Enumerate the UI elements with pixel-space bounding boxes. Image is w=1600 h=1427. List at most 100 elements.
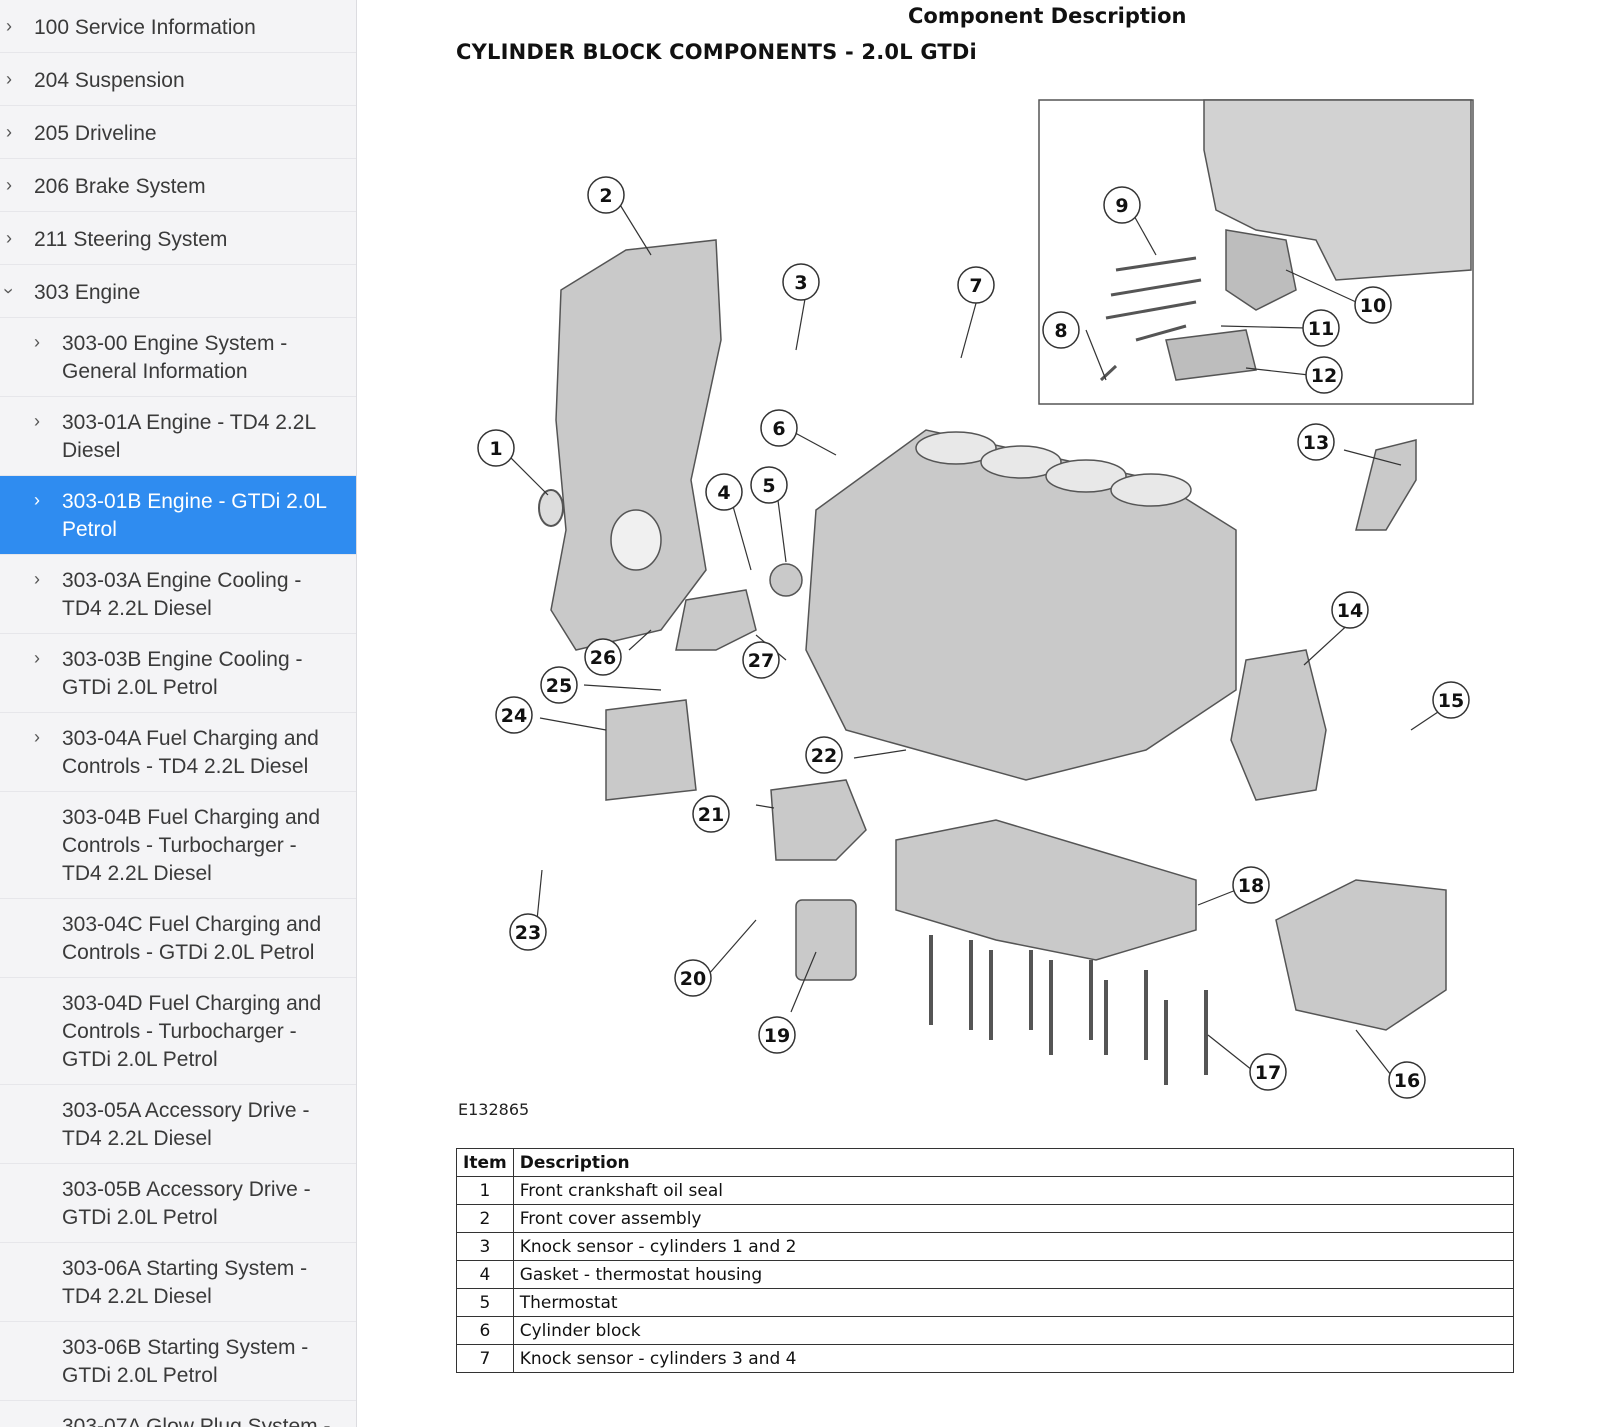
chevron-right-icon[interactable]: › [2, 224, 16, 252]
callout-2: 2 [587, 176, 625, 214]
callout-7: 7 [957, 266, 995, 304]
callout-6: 6 [760, 409, 798, 447]
sidebar-item-label: 303-00 Engine System - General Informati… [62, 332, 288, 383]
sidebar-item-label: 303-04A Fuel Charging and Controls - TD4… [62, 727, 319, 778]
callout-18: 18 [1232, 866, 1270, 904]
sidebar-item[interactable]: › 303-03B Engine Cooling - GTDi 2.0L Petr… [0, 634, 356, 713]
callout-21: 21 [692, 795, 730, 833]
sidebar-item[interactable]: 303-04B Fuel Charging and Controls - Tur… [0, 792, 356, 899]
description-cell: Thermostat [512, 1288, 1515, 1317]
sidebar-item-label: 100 Service Information [34, 16, 256, 39]
chevron-right-icon[interactable]: › [30, 328, 44, 356]
diagram-reference: E132865 [458, 1100, 530, 1119]
callout-label: 7 [969, 275, 982, 297]
sidebar-item[interactable]: › 303-03A Engine Cooling - TD4 2.2L Diese… [0, 555, 356, 634]
callout-label: 23 [515, 922, 541, 944]
table-row: 6 Cylinder block [456, 1316, 1515, 1345]
callout-label: 2 [599, 185, 612, 207]
callout-1: 1 [477, 429, 515, 467]
callout-label: 20 [680, 968, 706, 990]
sidebar-item[interactable]: 303-05A Accessory Drive - TD4 2.2L Diese… [0, 1085, 356, 1164]
callout-label: 13 [1303, 432, 1329, 454]
sidebar: › 100 Service Information › 204 Suspension ›… [0, 0, 357, 1427]
chevron-down-icon[interactable]: › [0, 284, 23, 298]
page-title: CYLINDER BLOCK COMPONENTS - 2.0L GTDi [456, 40, 977, 64]
table-row: 2 Front cover assembly [456, 1204, 1515, 1233]
section-header: Component Description [908, 4, 1187, 28]
exploded-diagram: 1 2 3 4 5 6 7 8 9 10 11 12 13 14 15 16 17 18 19 20 21 22 23 24 2… [456, 90, 1516, 1120]
callout-8: 8 [1042, 311, 1080, 349]
callout-label: 3 [794, 272, 807, 294]
callout-12: 12 [1305, 356, 1343, 394]
chevron-right-icon[interactable]: › [30, 723, 44, 751]
oil-filter-housing [770, 779, 867, 861]
sidebar-item[interactable]: › 205 Driveline [0, 106, 356, 159]
sidebar-item[interactable]: 303-04D Fuel Charging and Controls - Tur… [0, 978, 356, 1085]
callout-14: 14 [1331, 591, 1369, 629]
sidebar-item[interactable]: › 100 Service Information [0, 0, 356, 53]
column-header-description: Description [512, 1148, 1515, 1177]
chevron-right-icon[interactable]: › [30, 486, 44, 514]
item-number-cell: 7 [456, 1344, 514, 1373]
callout-13: 13 [1297, 423, 1335, 461]
sidebar-item-label: 206 Brake System [34, 175, 206, 198]
chevron-right-icon[interactable]: › [2, 171, 16, 199]
sidebar-item-label: 303-06B Starting System - GTDi 2.0L Petr… [62, 1336, 309, 1387]
sidebar-item[interactable]: 303-04C Fuel Charging and Controls - GTD… [0, 899, 356, 978]
sidebar-item[interactable]: › 211 Steering System [0, 212, 356, 265]
description-cell: Front crankshaft oil seal [512, 1176, 1515, 1205]
callout-label: 27 [748, 650, 774, 672]
callout-9: 9 [1103, 186, 1141, 224]
callout-11: 11 [1302, 309, 1340, 347]
callout-label: 25 [546, 675, 572, 697]
sidebar-item[interactable]: › 303-01B Engine - GTDi 2.0L Petrol [0, 476, 356, 555]
sidebar-item[interactable]: 303-06B Starting System - GTDi 2.0L Petr… [0, 1322, 356, 1401]
sidebar-item[interactable]: › 303-01A Engine - TD4 2.2L Diesel [0, 397, 356, 476]
oil-cooler [605, 699, 697, 801]
table-row: 7 Knock sensor - cylinders 3 and 4 [456, 1344, 1515, 1373]
description-cell: Gasket - thermostat housing [512, 1260, 1515, 1289]
callout-label: 12 [1311, 365, 1337, 387]
chevron-right-icon[interactable]: › [30, 565, 44, 593]
item-number-cell: 5 [456, 1288, 514, 1317]
sidebar-item-label: 303-04B Fuel Charging and Controls - Tur… [62, 806, 321, 885]
chevron-right-icon[interactable]: › [2, 65, 16, 93]
sidebar-item-label: 303-03B Engine Cooling - GTDi 2.0L Petro… [62, 648, 303, 699]
sidebar-item-label: 303-05A Accessory Drive - TD4 2.2L Diese… [62, 1099, 310, 1150]
sidebar-item[interactable]: › 303-00 Engine System - General Informat… [0, 318, 356, 397]
callout-17: 17 [1249, 1053, 1287, 1091]
coolant-outlet [1355, 439, 1417, 531]
chevron-right-icon[interactable]: › [2, 118, 16, 146]
sidebar-item-label: 303 Engine [34, 281, 141, 304]
chevron-right-icon[interactable]: › [30, 644, 44, 672]
sidebar-item[interactable]: › 204 Suspension [0, 53, 356, 106]
sidebar-item[interactable]: 303-05B Accessory Drive - GTDi 2.0L Petr… [0, 1164, 356, 1243]
callout-label: 18 [1238, 875, 1264, 897]
sidebar-item[interactable]: 303-06A Starting System - TD4 2.2L Diese… [0, 1243, 356, 1322]
sidebar-item-label: 303-03A Engine Cooling - TD4 2.2L Diesel [62, 569, 302, 620]
sidebar-item-label: 204 Suspension [34, 69, 185, 92]
chevron-right-icon[interactable]: › [2, 12, 16, 40]
item-number-cell: 2 [456, 1204, 514, 1233]
callout-label: 9 [1115, 195, 1128, 217]
callout-27: 27 [742, 641, 780, 679]
sidebar-item-label: 303-01B Engine - GTDi 2.0L Petrol [62, 490, 327, 541]
parts-table: Item Description 1 Front crankshaft oil s… [456, 1148, 1515, 1373]
sidebar-item[interactable]: 303-07A Glow Plug System - TD4 2.2L Dies… [0, 1401, 356, 1427]
callout-25: 25 [540, 666, 578, 704]
callout-label: 5 [762, 475, 775, 497]
chevron-right-icon[interactable]: › [30, 407, 44, 435]
callout-label: 4 [717, 482, 730, 504]
oil-pan [1275, 879, 1447, 1031]
callout-20: 20 [674, 959, 712, 997]
sidebar-item[interactable]: › 303 Engine [0, 265, 356, 318]
callout-label: 16 [1394, 1070, 1420, 1092]
sidebar-item[interactable]: › 206 Brake System [0, 159, 356, 212]
sidebar-item-label: 303-05B Accessory Drive - GTDi 2.0L Petr… [62, 1178, 311, 1229]
callout-label: 1 [489, 438, 502, 460]
thermostat-housing [675, 589, 757, 651]
table-row: 5 Thermostat [456, 1288, 1515, 1317]
main-content: Component Description CYLINDER BLOCK COM… [368, 0, 1600, 1427]
sidebar-item[interactable]: › 303-04A Fuel Charging and Controls - TD… [0, 713, 356, 792]
callout-16: 16 [1388, 1061, 1426, 1099]
